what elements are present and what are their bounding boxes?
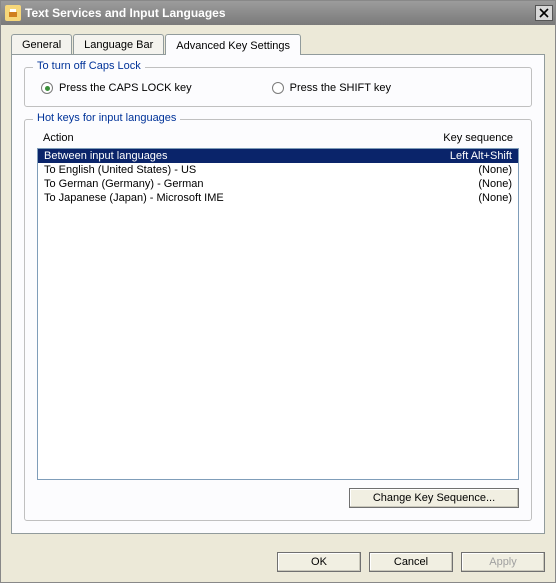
hotkeys-listbox[interactable]: Between input languages Left Alt+Shift T…	[37, 148, 519, 480]
list-item[interactable]: To German (Germany) - German (None)	[38, 177, 518, 191]
item-key-sequence: (None)	[470, 192, 512, 204]
capslock-options: Press the CAPS LOCK key Press the SHIFT …	[37, 78, 519, 94]
dialog-button-row: OK Cancel Apply	[1, 544, 555, 582]
item-key-sequence: (None)	[470, 164, 512, 176]
tabstrip: General Language Bar Advanced Key Settin…	[11, 33, 545, 54]
list-item[interactable]: To English (United States) - US (None)	[38, 163, 518, 177]
apply-button[interactable]: Apply	[461, 552, 545, 572]
capslock-group: To turn off Caps Lock Press the CAPS LOC…	[24, 67, 532, 107]
radio-shift-key[interactable]: Press the SHIFT key	[272, 82, 391, 94]
tab-advanced-key-settings[interactable]: Advanced Key Settings	[165, 34, 301, 55]
app-icon	[5, 5, 21, 21]
item-action: Between input languages	[44, 150, 442, 162]
ok-button[interactable]: OK	[277, 552, 361, 572]
hotkeys-legend: Hot keys for input languages	[33, 112, 180, 124]
radio-caps-lock-key[interactable]: Press the CAPS LOCK key	[41, 82, 192, 94]
item-key-sequence: (None)	[470, 178, 512, 190]
titlebar: Text Services and Input Languages	[1, 1, 555, 25]
radio-icon	[41, 82, 53, 94]
item-action: To English (United States) - US	[44, 164, 470, 176]
list-header: Action Key sequence	[37, 130, 519, 148]
radio-icon	[272, 82, 284, 94]
cancel-button[interactable]: Cancel	[369, 552, 453, 572]
window-title: Text Services and Input Languages	[25, 6, 535, 20]
dialog-window: Text Services and Input Languages Genera…	[0, 0, 556, 583]
hotkeys-group: Hot keys for input languages Action Key …	[24, 119, 532, 521]
item-action: To German (Germany) - German	[44, 178, 470, 190]
list-item[interactable]: Between input languages Left Alt+Shift	[38, 149, 518, 163]
radio-label: Press the CAPS LOCK key	[59, 82, 192, 94]
col-action: Action	[43, 132, 443, 144]
list-item[interactable]: To Japanese (Japan) - Microsoft IME (Non…	[38, 191, 518, 205]
capslock-legend: To turn off Caps Lock	[33, 60, 145, 72]
item-action: To Japanese (Japan) - Microsoft IME	[44, 192, 470, 204]
item-key-sequence: Left Alt+Shift	[442, 150, 512, 162]
change-seq-row: Change Key Sequence...	[37, 488, 519, 508]
radio-label: Press the SHIFT key	[290, 82, 391, 94]
content-area: General Language Bar Advanced Key Settin…	[1, 25, 555, 544]
tab-panel: To turn off Caps Lock Press the CAPS LOC…	[11, 54, 545, 534]
change-key-sequence-button[interactable]: Change Key Sequence...	[349, 488, 519, 508]
tab-language-bar[interactable]: Language Bar	[73, 34, 164, 54]
col-key-sequence: Key sequence	[443, 132, 513, 144]
close-button[interactable]	[535, 5, 553, 21]
tab-general[interactable]: General	[11, 34, 72, 54]
